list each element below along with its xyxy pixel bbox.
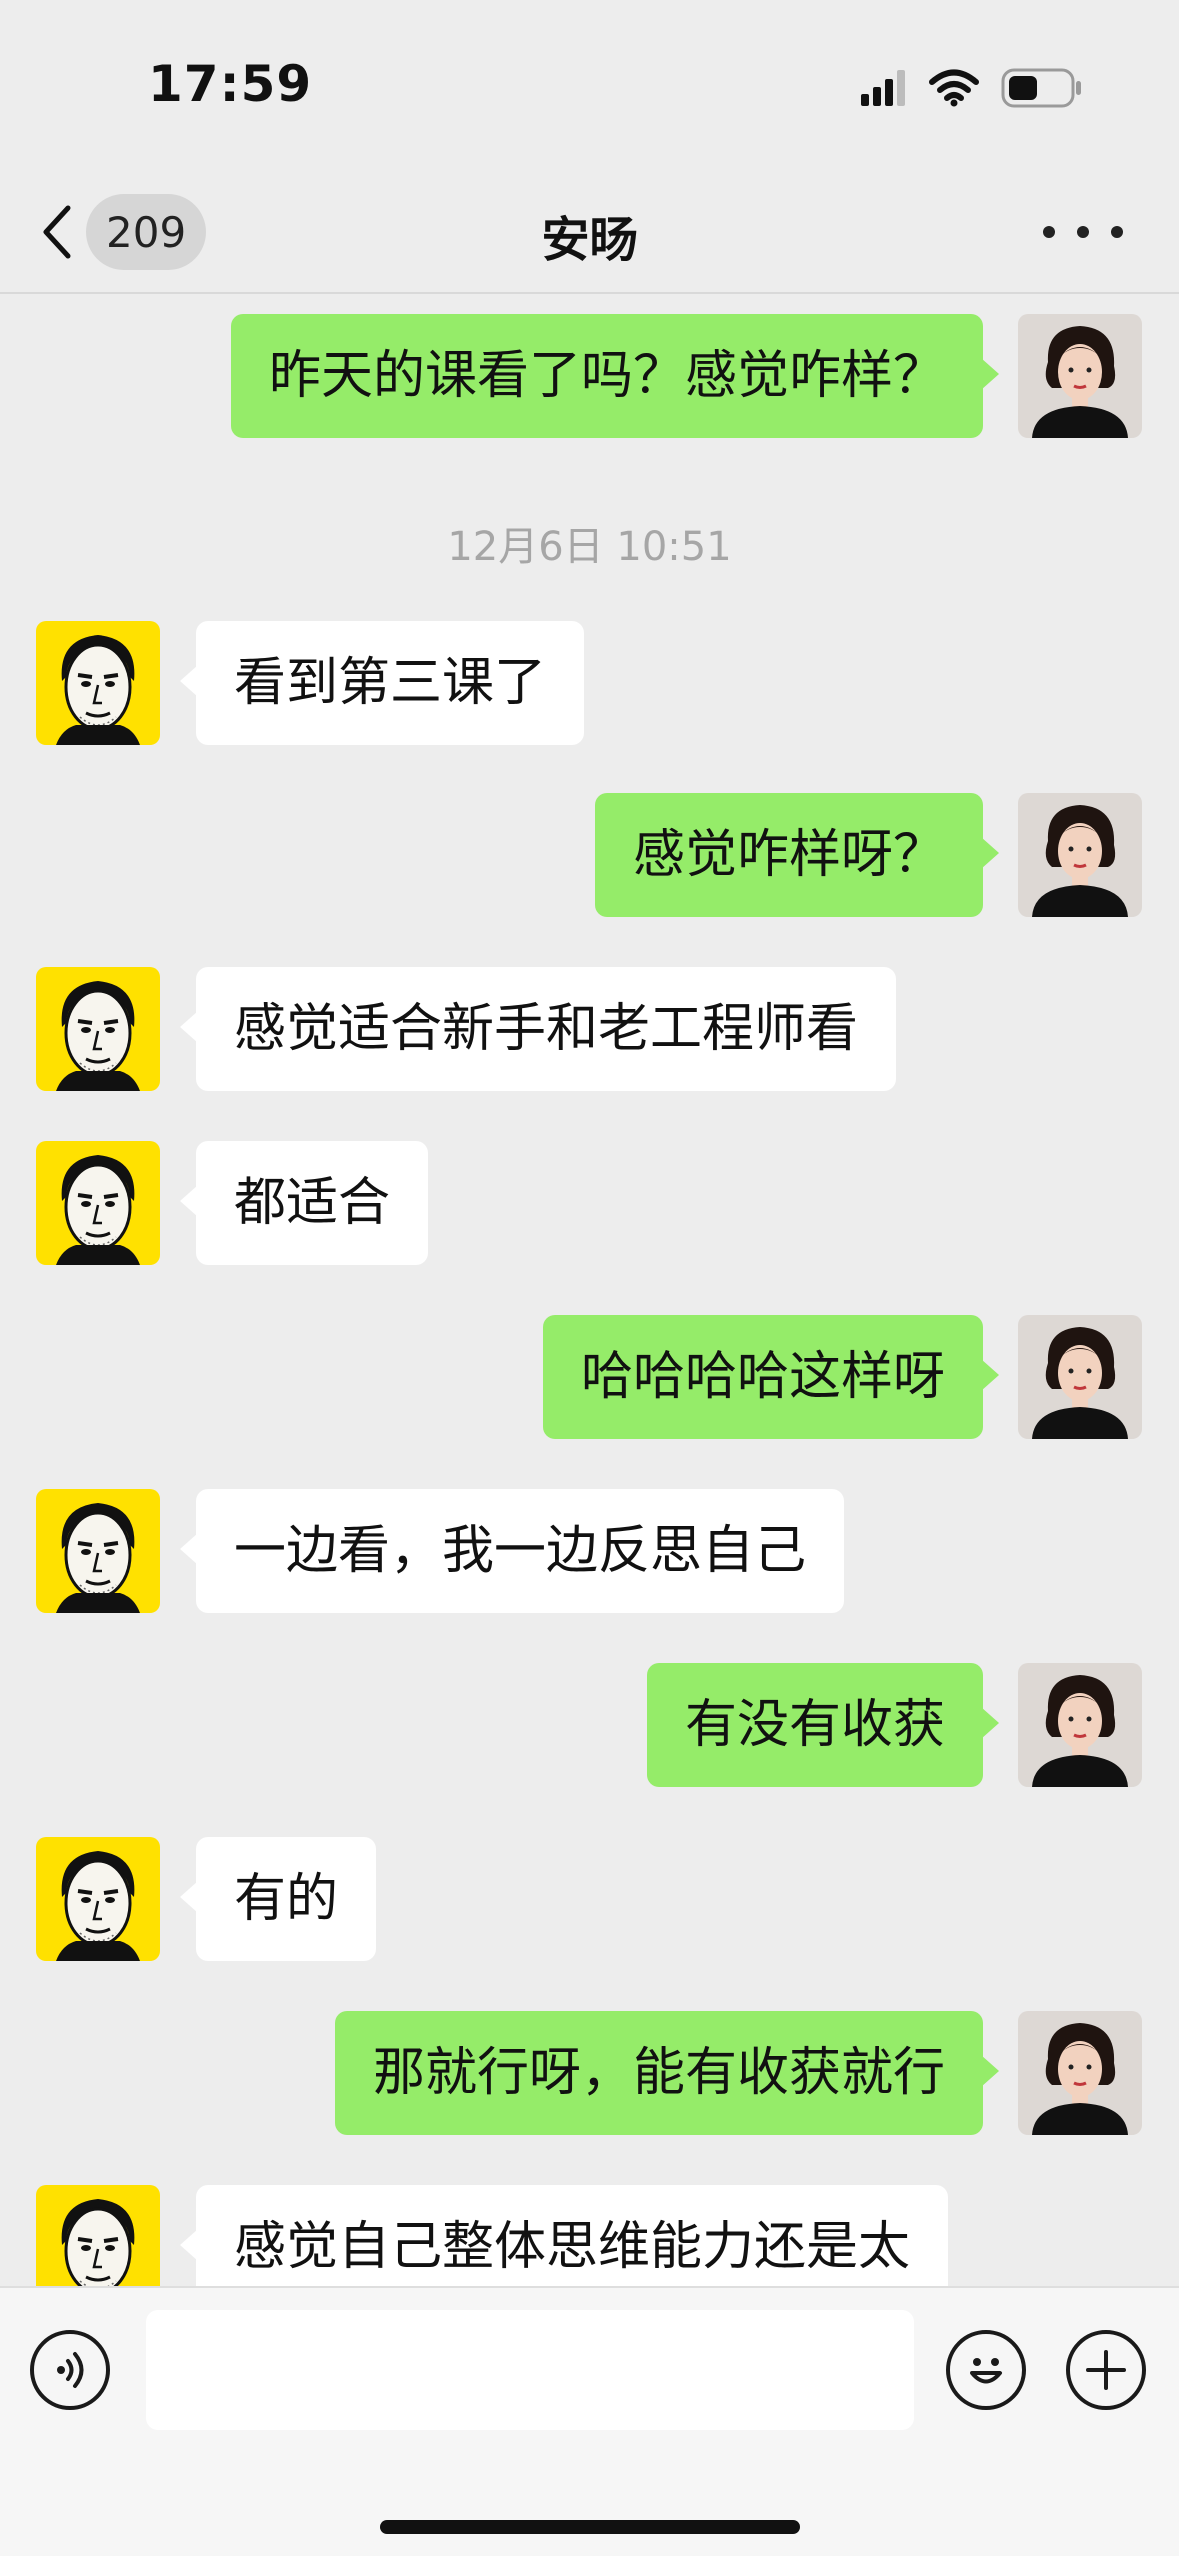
message-input[interactable] [146, 2310, 914, 2430]
message-timestamp: 12月6日 10:51 [447, 524, 732, 570]
my-avatar[interactable] [1018, 1315, 1142, 1439]
contact-avatar[interactable] [36, 1489, 160, 1613]
emoji-button[interactable] [946, 2330, 1026, 2410]
chat-title: 安旸 [541, 212, 638, 268]
message-bubble-received[interactable]: 感觉自己整体思维能力还是太 [179, 2185, 949, 2286]
message-bubble-sent[interactable]: 昨天的课看了吗？感觉咋样？ [230, 314, 1000, 438]
message-row: 那就行呀，能有收获就行 [0, 2011, 1179, 2135]
message-row: 感觉适合新手和老工程师看 [0, 967, 1179, 1091]
chat-header: 209 安旸 [0, 170, 1179, 294]
message-bubble-sent[interactable]: 感觉咋样呀？ [594, 793, 1000, 917]
message-bubble-received[interactable]: 一边看，我一边反思自己 [179, 1489, 845, 1613]
message-bubble-sent[interactable]: 哈哈哈哈这样呀 [542, 1315, 1000, 1439]
contact-avatar[interactable] [36, 1837, 160, 1961]
plus-icon [1086, 2350, 1126, 2390]
message-row: 感觉自己整体思维能力还是太 [0, 2185, 1179, 2286]
status-bar: 17:59 [0, 0, 1179, 170]
message-row: 感觉咋样呀？ [0, 793, 1179, 917]
my-avatar[interactable] [1018, 314, 1142, 438]
status-time: 17:59 [148, 55, 313, 113]
status-icons [861, 64, 1083, 112]
more-button[interactable] [1043, 202, 1123, 262]
message-row: 一边看，我一边反思自己 [0, 1489, 1179, 1613]
contact-avatar[interactable] [36, 967, 160, 1091]
message-bubble-received[interactable]: 看到第三课了 [179, 621, 585, 745]
battery-icon [1001, 68, 1081, 108]
message-row: 有没有收获 [0, 1663, 1179, 1787]
wifi-icon [929, 69, 979, 107]
message-list[interactable]: 12月6日 10:51 昨天的课看了吗？感觉咋样？ 看到第三课了 感觉咋样呀？ … [0, 296, 1179, 2286]
more-dots-icon [1043, 226, 1055, 238]
contact-avatar[interactable] [36, 1141, 160, 1265]
message-row: 看到第三课了 [0, 621, 1179, 745]
emoji-icon [970, 2358, 1002, 2384]
input-bar [0, 2286, 1179, 2556]
contact-avatar[interactable] [36, 621, 160, 745]
plus-button[interactable] [1066, 2330, 1146, 2410]
my-avatar[interactable] [1018, 2011, 1142, 2135]
contact-avatar[interactable] [36, 2185, 160, 2286]
cellular-signal-icon [861, 70, 905, 106]
home-indicator[interactable] [380, 2520, 800, 2534]
message-row: 有的 [0, 1837, 1179, 1961]
message-bubble-sent[interactable]: 有没有收获 [646, 1663, 1000, 1787]
my-avatar[interactable] [1018, 793, 1142, 917]
chat-screen: 17:59 209 安旸 12月6日 10:51 昨天的课看了吗？感觉咋样？ 看… [0, 0, 1179, 2556]
voice-input-icon [57, 2352, 84, 2388]
message-row: 哈哈哈哈这样呀 [0, 1315, 1179, 1439]
message-row: 昨天的课看了吗？感觉咋样？ [0, 314, 1179, 438]
message-bubble-received[interactable]: 都适合 [179, 1141, 429, 1265]
message-row: 都适合 [0, 1141, 1179, 1265]
my-avatar[interactable] [1018, 1663, 1142, 1787]
message-bubble-received[interactable]: 有的 [179, 1837, 377, 1961]
message-bubble-received[interactable]: 感觉适合新手和老工程师看 [179, 967, 897, 1091]
voice-input-button[interactable] [30, 2330, 110, 2410]
message-bubble-sent[interactable]: 那就行呀，能有收获就行 [334, 2011, 1000, 2135]
